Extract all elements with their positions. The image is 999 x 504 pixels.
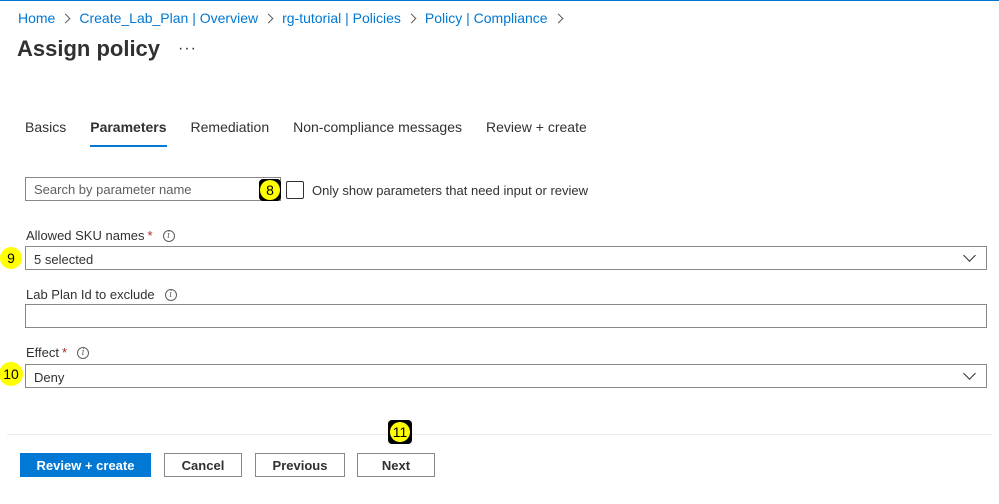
next-button[interactable]: Next: [357, 453, 435, 477]
lab-plan-exclude-input[interactable]: [25, 304, 987, 328]
annotation-badge-9: 9: [0, 247, 22, 269]
breadcrumb: Home Create_Lab_Plan | Overview rg-tutor…: [18, 10, 572, 26]
search-input[interactable]: [25, 177, 281, 201]
chevron-down-icon: [963, 367, 976, 380]
required-asterisk: *: [62, 345, 68, 360]
allowed-sku-value: 5 selected: [34, 252, 94, 267]
tab-basics[interactable]: Basics: [25, 119, 66, 143]
info-icon[interactable]: i: [77, 346, 90, 359]
breadcrumb-policy-compliance[interactable]: Policy | Compliance: [425, 10, 548, 26]
required-asterisk: *: [147, 228, 153, 243]
info-icon[interactable]: i: [162, 229, 175, 242]
annotation-badge-10: 10: [0, 362, 23, 386]
annotation-badge-8: 8: [259, 179, 281, 201]
tab-remediation[interactable]: Remediation: [191, 119, 270, 143]
breadcrumb-rg-policies[interactable]: rg-tutorial | Policies: [282, 10, 401, 26]
tab-review-create[interactable]: Review + create: [486, 119, 587, 143]
chevron-down-icon: [963, 249, 976, 262]
lab-plan-exclude-label: Lab Plan Id to exclude i: [26, 287, 177, 302]
effect-value: Deny: [34, 370, 65, 385]
info-icon[interactable]: i: [164, 288, 177, 301]
allowed-sku-label-text: Allowed SKU names: [26, 228, 145, 243]
chevron-right-icon: [406, 13, 417, 23]
breadcrumb-lab-plan-overview[interactable]: Create_Lab_Plan | Overview: [79, 10, 258, 26]
chevron-right-icon: [60, 13, 71, 23]
allowed-sku-label: Allowed SKU names * i: [26, 228, 175, 243]
review-create-button[interactable]: Review + create: [20, 453, 151, 477]
page-title: Assign policy: [17, 36, 161, 61]
effect-label-text: Effect: [26, 345, 60, 360]
tab-bar: Basics Parameters Remediation Non-compli…: [25, 119, 611, 147]
chevron-right-icon: [553, 13, 564, 23]
tab-non-compliance-messages[interactable]: Non-compliance messages: [293, 119, 462, 143]
effect-dropdown[interactable]: Deny: [25, 364, 987, 388]
footer-divider: [7, 434, 992, 435]
annotation-badge-11: 11: [388, 420, 412, 444]
effect-label: Effect * i: [26, 345, 90, 360]
previous-button[interactable]: Previous: [255, 453, 345, 477]
tab-parameters[interactable]: Parameters: [90, 119, 167, 147]
lab-plan-exclude-label-text: Lab Plan Id to exclude: [26, 287, 155, 302]
breadcrumb-home[interactable]: Home: [18, 10, 55, 26]
more-options-button[interactable]: ···: [178, 40, 197, 58]
only-show-needs-input-label: Only show parameters that need input or …: [312, 183, 589, 198]
only-show-needs-input-checkbox[interactable]: [286, 181, 304, 199]
top-accent-line: [0, 0, 999, 1]
chevron-right-icon: [263, 13, 274, 23]
cancel-button[interactable]: Cancel: [164, 453, 242, 477]
allowed-sku-dropdown[interactable]: 5 selected: [25, 246, 987, 270]
